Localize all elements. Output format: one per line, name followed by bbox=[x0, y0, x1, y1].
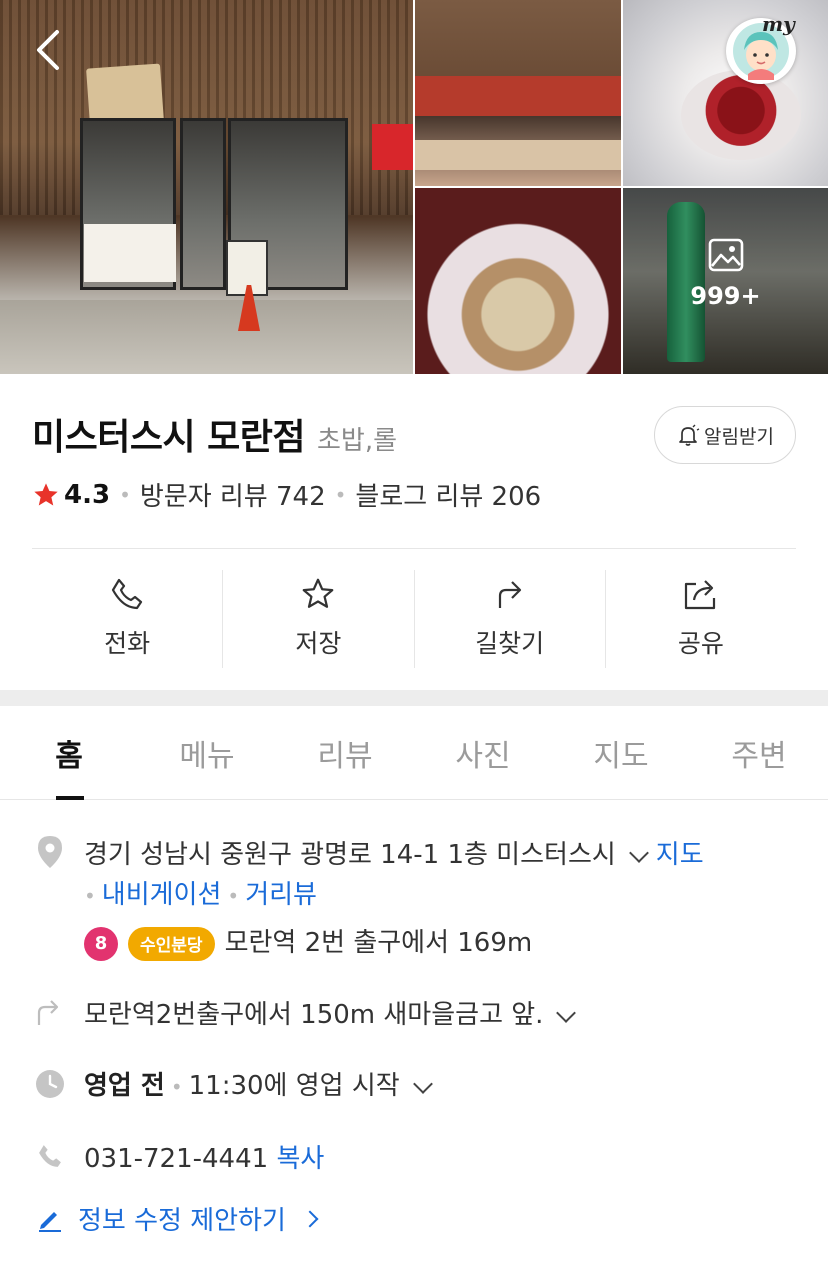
chevron-left-icon bbox=[37, 30, 59, 70]
shop-door bbox=[180, 118, 226, 290]
star-icon bbox=[303, 578, 334, 608]
signboard-photo[interactable] bbox=[415, 0, 621, 186]
tab-map[interactable]: 지도 bbox=[552, 706, 690, 799]
place-title-row: 미스터스시 모란점 초밥,롤 bbox=[32, 408, 397, 460]
directions-label: 길찾기 bbox=[475, 629, 545, 658]
notification-label: 알림받기 bbox=[704, 425, 774, 448]
section-divider bbox=[32, 548, 796, 549]
location-pin-icon bbox=[34, 836, 66, 868]
my-label: my bbox=[762, 12, 795, 36]
tab-home[interactable]: 홈 bbox=[0, 706, 138, 800]
visitor-review-link[interactable]: 방문자 리뷰 742 bbox=[140, 476, 326, 513]
subway-line-badge: 8 bbox=[84, 926, 118, 961]
lower-banner bbox=[415, 140, 621, 170]
directions-button[interactable]: 길찾기 bbox=[415, 570, 606, 668]
share-icon bbox=[684, 580, 715, 610]
subway-distance: 모란역 2번 출구에서 169m bbox=[224, 928, 533, 958]
call-label: 전화 bbox=[104, 629, 151, 658]
place-name: 미스터스시 모란점 bbox=[32, 417, 306, 458]
chevron-down-icon[interactable] bbox=[412, 1073, 433, 1094]
section-spacer bbox=[0, 690, 828, 706]
chevron-right-icon bbox=[301, 1210, 319, 1227]
scallop-photo[interactable] bbox=[415, 188, 621, 374]
tab-photo[interactable]: 사진 bbox=[414, 706, 552, 799]
blog-review-link[interactable]: 블로그 리뷰 206 bbox=[355, 476, 541, 513]
directions-hint: 모란역2번출구에서 150m 새마을금고 앞. bbox=[84, 994, 583, 1031]
tab-menu[interactable]: 메뉴 bbox=[138, 706, 276, 799]
street-view-link[interactable]: 거리뷰 bbox=[245, 880, 317, 910]
photo-gallery: my 999+ bbox=[0, 0, 828, 374]
bouquet-photo[interactable] bbox=[623, 0, 828, 186]
directions-hint-text: 모란역2번출구에서 150m 새마을금고 앞. bbox=[84, 1000, 544, 1030]
separator-dot: • bbox=[334, 482, 347, 507]
address-line: 경기 성남시 중원구 광명로 14-1 1층 미스터스시 지도 bbox=[84, 834, 704, 871]
chevron-down-icon[interactable] bbox=[628, 842, 649, 863]
map-link[interactable]: 지도 bbox=[656, 840, 704, 870]
red-banner bbox=[415, 76, 621, 116]
separator-dot: • bbox=[84, 884, 96, 908]
sidewalk bbox=[0, 300, 413, 374]
pencil-icon bbox=[39, 1211, 61, 1232]
image-icon bbox=[708, 238, 743, 272]
call-button[interactable]: 전화 bbox=[32, 570, 224, 668]
suggest-edit-label: 정보 수정 제안하기 bbox=[78, 1206, 286, 1236]
turn-arrow-icon bbox=[34, 996, 66, 1028]
tab-bar: 홈 메뉴 리뷰 사진 지도 주변 bbox=[0, 706, 828, 800]
phone-small-icon bbox=[34, 1140, 66, 1172]
phone-icon bbox=[112, 578, 143, 610]
subway-info: 8 수인분당 모란역 2번 출구에서 169m bbox=[84, 922, 532, 961]
rating-row: 4.3 • 방문자 리뷰 742 • 블로그 리뷰 206 bbox=[32, 476, 541, 513]
subway-line-name-badge: 수인분당 bbox=[128, 926, 215, 961]
chevron-down-icon[interactable] bbox=[556, 1002, 577, 1023]
more-photos-overlay[interactable]: 999+ bbox=[623, 238, 828, 310]
hours-status: 영업 전 bbox=[84, 1071, 165, 1101]
place-category: 초밥,롤 bbox=[317, 426, 398, 456]
separator-dot: • bbox=[119, 482, 131, 507]
rating-score: 4.3 bbox=[64, 479, 111, 510]
my-profile-button[interactable]: my bbox=[726, 12, 796, 84]
navigation-link[interactable]: 내비게이션 bbox=[102, 880, 222, 910]
address-links: • 내비게이션 • 거리뷰 bbox=[84, 874, 317, 911]
share-button[interactable]: 공유 bbox=[606, 570, 796, 668]
share-label: 공유 bbox=[677, 629, 724, 658]
star-filled-icon bbox=[34, 482, 58, 505]
menu-board bbox=[84, 224, 176, 282]
separator-dot: • bbox=[170, 1075, 183, 1099]
more-photos-count: 999+ bbox=[690, 282, 761, 310]
tab-review[interactable]: 리뷰 bbox=[276, 706, 414, 799]
copy-phone-link[interactable]: 복사 bbox=[276, 1144, 324, 1174]
action-bar: 전화 저장 길찾기 공유 bbox=[32, 570, 796, 668]
phone-number[interactable]: 031-721-4441 bbox=[84, 1144, 268, 1174]
red-sign bbox=[372, 124, 413, 170]
gallery-divider bbox=[415, 186, 828, 188]
hours-detail: 11:30에 영업 시작 bbox=[188, 1071, 400, 1101]
rose-bouquet bbox=[681, 70, 801, 160]
hours-line: 영업 전 • 11:30에 영업 시작 bbox=[84, 1065, 440, 1102]
address-text: 경기 성남시 중원구 광명로 14-1 1층 미스터스시 bbox=[84, 840, 616, 870]
save-button[interactable]: 저장 bbox=[223, 570, 415, 668]
tab-nearby[interactable]: 주변 bbox=[690, 706, 828, 799]
bell-icon bbox=[679, 424, 700, 446]
notification-button[interactable]: 알림받기 bbox=[654, 406, 796, 464]
suggest-edit-link[interactable]: 정보 수정 제안하기 bbox=[36, 1200, 319, 1237]
phone-line: 031-721-4441 복사 bbox=[84, 1138, 324, 1175]
clock-icon bbox=[34, 1068, 66, 1100]
back-button[interactable] bbox=[26, 26, 70, 74]
save-label: 저장 bbox=[295, 629, 342, 658]
directions-icon bbox=[498, 581, 521, 608]
separator-dot: • bbox=[227, 884, 240, 908]
